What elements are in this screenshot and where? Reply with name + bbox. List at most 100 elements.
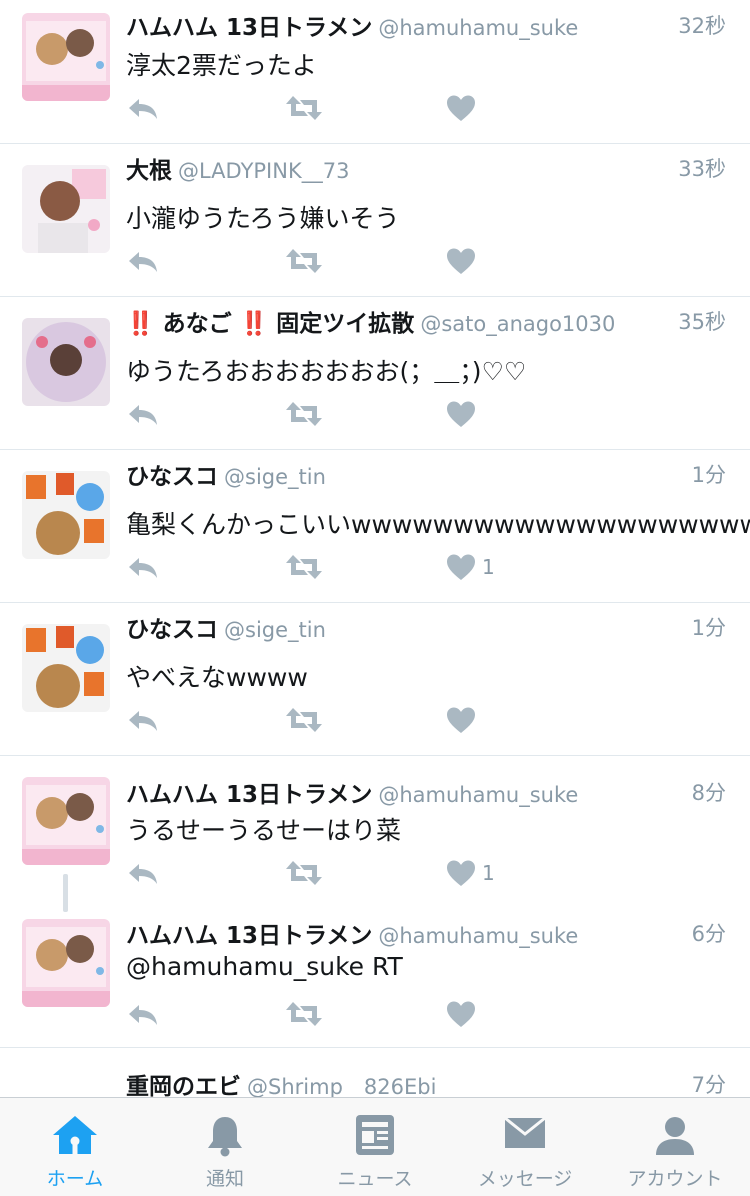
display-name[interactable]: ハムハム 13日トラメン [126,782,372,808]
handle[interactable]: @LADYPINK__73 [178,159,349,183]
retweet-button[interactable] [284,700,324,740]
like-button[interactable]: 1 [446,547,495,587]
reply-button[interactable] [126,853,160,893]
reply-button[interactable] [126,394,160,434]
avatar[interactable] [22,777,110,865]
tab-label: メッセージ [477,1168,573,1190]
reply-icon [126,554,160,580]
timeline-feed[interactable]: ハムハム 13日トラメン @hamuhamu_suke 32秒 淳太2票だったよ … [0,0,750,1097]
handle[interactable]: @sige_tin [224,465,326,489]
retweet-button[interactable] [284,88,324,128]
tweet[interactable]: ひなスコ @sige_tin 1分 やべえなwwww [0,602,750,756]
avatar[interactable] [22,624,110,712]
tweet-actions: 1 [126,547,546,587]
handle[interactable]: @Shrimp__826Ebi [247,1075,436,1097]
avatar[interactable] [22,471,110,559]
retweet-button[interactable] [284,241,324,281]
display-name[interactable]: 重岡のエビ [126,1074,241,1097]
retweet-button[interactable] [284,547,324,587]
reply-button[interactable] [126,700,160,740]
tweet-text: 亀梨くんかっこいいwwwwwwwwwwwwwwwwwwww [126,510,750,539]
tab-label: アカウント [627,1168,723,1190]
retweet-button[interactable] [284,994,324,1034]
tab-bar: ホーム 通知 ニュース メッセージ アカウント [0,1097,750,1196]
like-button[interactable]: 1 [446,853,495,893]
tweet[interactable]: ハムハム 13日トラメン @hamuhamu_suke 32秒 淳太2票だったよ [0,0,750,144]
display-name[interactable]: 大根 [126,158,172,184]
reply-button[interactable] [126,994,160,1034]
tweet[interactable]: ‼️ あなご ‼️ 固定ツイ拡散 @sato_anago1030 35秒 ゆうたろ… [0,296,750,450]
timestamp: 35秒 [678,310,726,334]
tab-notifications[interactable]: 通知 [150,1098,300,1196]
reply-button[interactable] [126,88,160,128]
tweet[interactable]: 重岡のエビ @Shrimp__826Ebi 7分 [0,1047,750,1097]
heart-icon [446,553,476,581]
avatar[interactable] [22,165,110,253]
reply-button[interactable] [126,241,160,281]
reply-icon [126,401,160,427]
display-name[interactable]: ‼️ あなご ‼️ 固定ツイ拡散 [126,311,414,337]
retweet-button[interactable] [284,394,324,434]
heart-icon [446,859,476,887]
timestamp: 7分 [691,1073,726,1097]
retweet-icon [284,706,324,734]
reply-icon [126,248,160,274]
reply-icon [126,1001,160,1027]
tweet[interactable]: ハムハム 13日トラメン @hamuhamu_suke 8分 うるせーうるせーはり… [0,755,750,898]
heart-icon [446,400,476,428]
like-button[interactable] [446,700,482,740]
display-name[interactable]: ひなスコ [126,464,218,490]
timestamp: 33秒 [678,157,726,181]
tab-news[interactable]: ニュース [300,1098,450,1196]
timestamp: 1分 [691,616,726,640]
timestamp: 8分 [691,781,726,805]
retweet-icon [284,1000,324,1028]
like-button[interactable] [446,88,482,128]
display-name[interactable]: ひなスコ [126,617,218,643]
retweet-icon [284,553,324,581]
tweet[interactable]: ハムハム 13日トラメン @hamuhamu_suke 6分 @hamuhamu_… [0,898,750,1048]
timestamp: 6分 [691,922,726,946]
like-count: 1 [482,861,495,885]
handle[interactable]: @sato_anago1030 [420,312,615,336]
bell-icon [205,1114,245,1162]
retweet-icon [284,94,324,122]
heart-icon [446,1000,476,1028]
tweet-text: 小瀧ゆうたろう嫌いそう [126,204,400,233]
tab-label: ホーム [46,1168,104,1190]
tweet[interactable]: ひなスコ @sige_tin 1分 亀梨くんかっこいいwwwwwwwwwwwwww… [0,449,750,603]
like-count: 1 [482,555,495,579]
handle[interactable]: @hamuhamu_suke [378,924,578,948]
display-name[interactable]: ハムハム 13日トラメン [126,923,372,949]
handle[interactable]: @sige_tin [224,618,326,642]
tab-account[interactable]: アカウント [600,1098,750,1196]
avatar[interactable] [22,919,110,1007]
reply-button[interactable] [126,547,160,587]
reply-icon [126,95,160,121]
heart-icon [446,706,476,734]
like-button[interactable] [446,994,482,1034]
tab-home[interactable]: ホーム [0,1098,150,1196]
avatar[interactable] [22,13,110,101]
display-name[interactable]: ハムハム 13日トラメン [126,15,372,41]
tweet-text: @hamuhamu_suke RT [126,952,403,981]
reply-icon [126,860,160,886]
tab-label: ニュース [337,1168,413,1190]
retweet-icon [284,247,324,275]
tweet-actions [126,88,546,128]
avatar[interactable] [22,318,110,406]
tweet[interactable]: 大根 @LADYPINK__73 33秒 小瀧ゆうたろう嫌いそう [0,143,750,297]
like-button[interactable] [446,394,482,434]
like-button[interactable] [446,241,482,281]
tweet-actions [126,394,546,434]
news-icon [355,1114,395,1160]
person-icon [654,1114,696,1160]
retweet-button[interactable] [284,853,324,893]
heart-icon [446,94,476,122]
handle[interactable]: @hamuhamu_suke [378,16,578,40]
reply-icon [126,707,160,733]
handle[interactable]: @hamuhamu_suke [378,783,578,807]
heart-icon [446,247,476,275]
tweet-actions [126,994,546,1034]
tab-messages[interactable]: メッセージ [450,1098,600,1196]
